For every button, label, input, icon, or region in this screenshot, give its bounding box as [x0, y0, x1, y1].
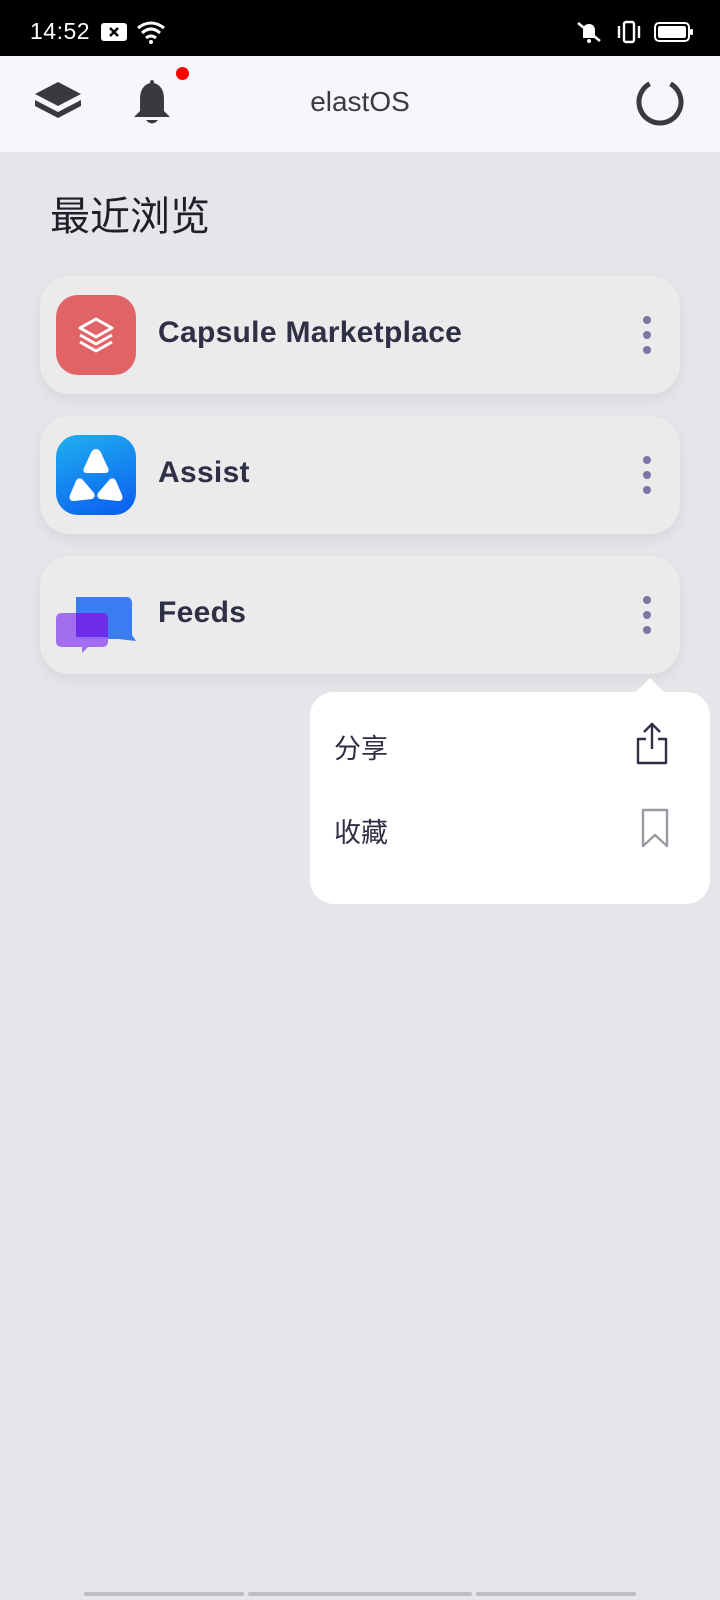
recent-item-feeds[interactable]: Feeds [40, 556, 680, 674]
more-dot [643, 471, 651, 479]
recent-item-capsule-marketplace[interactable]: Capsule Marketplace [40, 276, 680, 394]
more-options-button[interactable] [634, 452, 660, 498]
vibrate-icon [614, 20, 644, 48]
more-dot [643, 456, 651, 464]
battery-icon [654, 21, 694, 47]
mute-vibrate-icon [574, 20, 604, 48]
recent-item-assist[interactable]: Assist [40, 416, 680, 534]
status-bar: 14:52 [0, 0, 720, 56]
wifi-icon [136, 20, 166, 48]
notification-x-icon [100, 22, 128, 46]
more-dot [643, 626, 651, 634]
recent-item-label: Assist [158, 456, 250, 489]
assist-icon [56, 435, 136, 515]
more-dot [643, 331, 651, 339]
share-icon [634, 721, 670, 771]
more-dot [643, 486, 651, 494]
more-dot [643, 346, 651, 354]
more-dot [643, 316, 651, 324]
nav-indicator-right [476, 1592, 636, 1596]
status-time: 14:52 [30, 18, 91, 44]
status-left-icons [100, 20, 166, 48]
menu-item-bookmark[interactable]: 收藏 [334, 800, 670, 860]
menu-item-label: 收藏 [334, 817, 388, 849]
nav-indicator-left [84, 1592, 244, 1596]
spinner-icon [634, 76, 686, 132]
loading-spinner-button[interactable] [632, 76, 688, 132]
menu-item-share[interactable]: 分享 [334, 716, 670, 776]
recent-item-label: Feeds [158, 596, 247, 629]
nav-indicator-center [248, 1592, 472, 1596]
more-options-button[interactable] [634, 312, 660, 358]
options-popover: 分享 收藏 [310, 678, 710, 904]
recent-section-title: 最近浏览 [50, 194, 210, 240]
capsule-marketplace-icon [56, 295, 136, 375]
feeds-icon [56, 575, 136, 655]
app-header: elastOS [0, 56, 720, 152]
menu-item-label: 分享 [334, 733, 388, 765]
more-dot [643, 611, 651, 619]
status-right-icons [574, 20, 694, 48]
popover-arrow [634, 678, 666, 694]
more-dot [643, 596, 651, 604]
recent-item-label: Capsule Marketplace [158, 316, 463, 349]
app-title: elastOS [310, 86, 410, 117]
bookmark-icon [640, 807, 670, 853]
notification-badge [176, 67, 189, 80]
more-options-button[interactable] [634, 592, 660, 638]
